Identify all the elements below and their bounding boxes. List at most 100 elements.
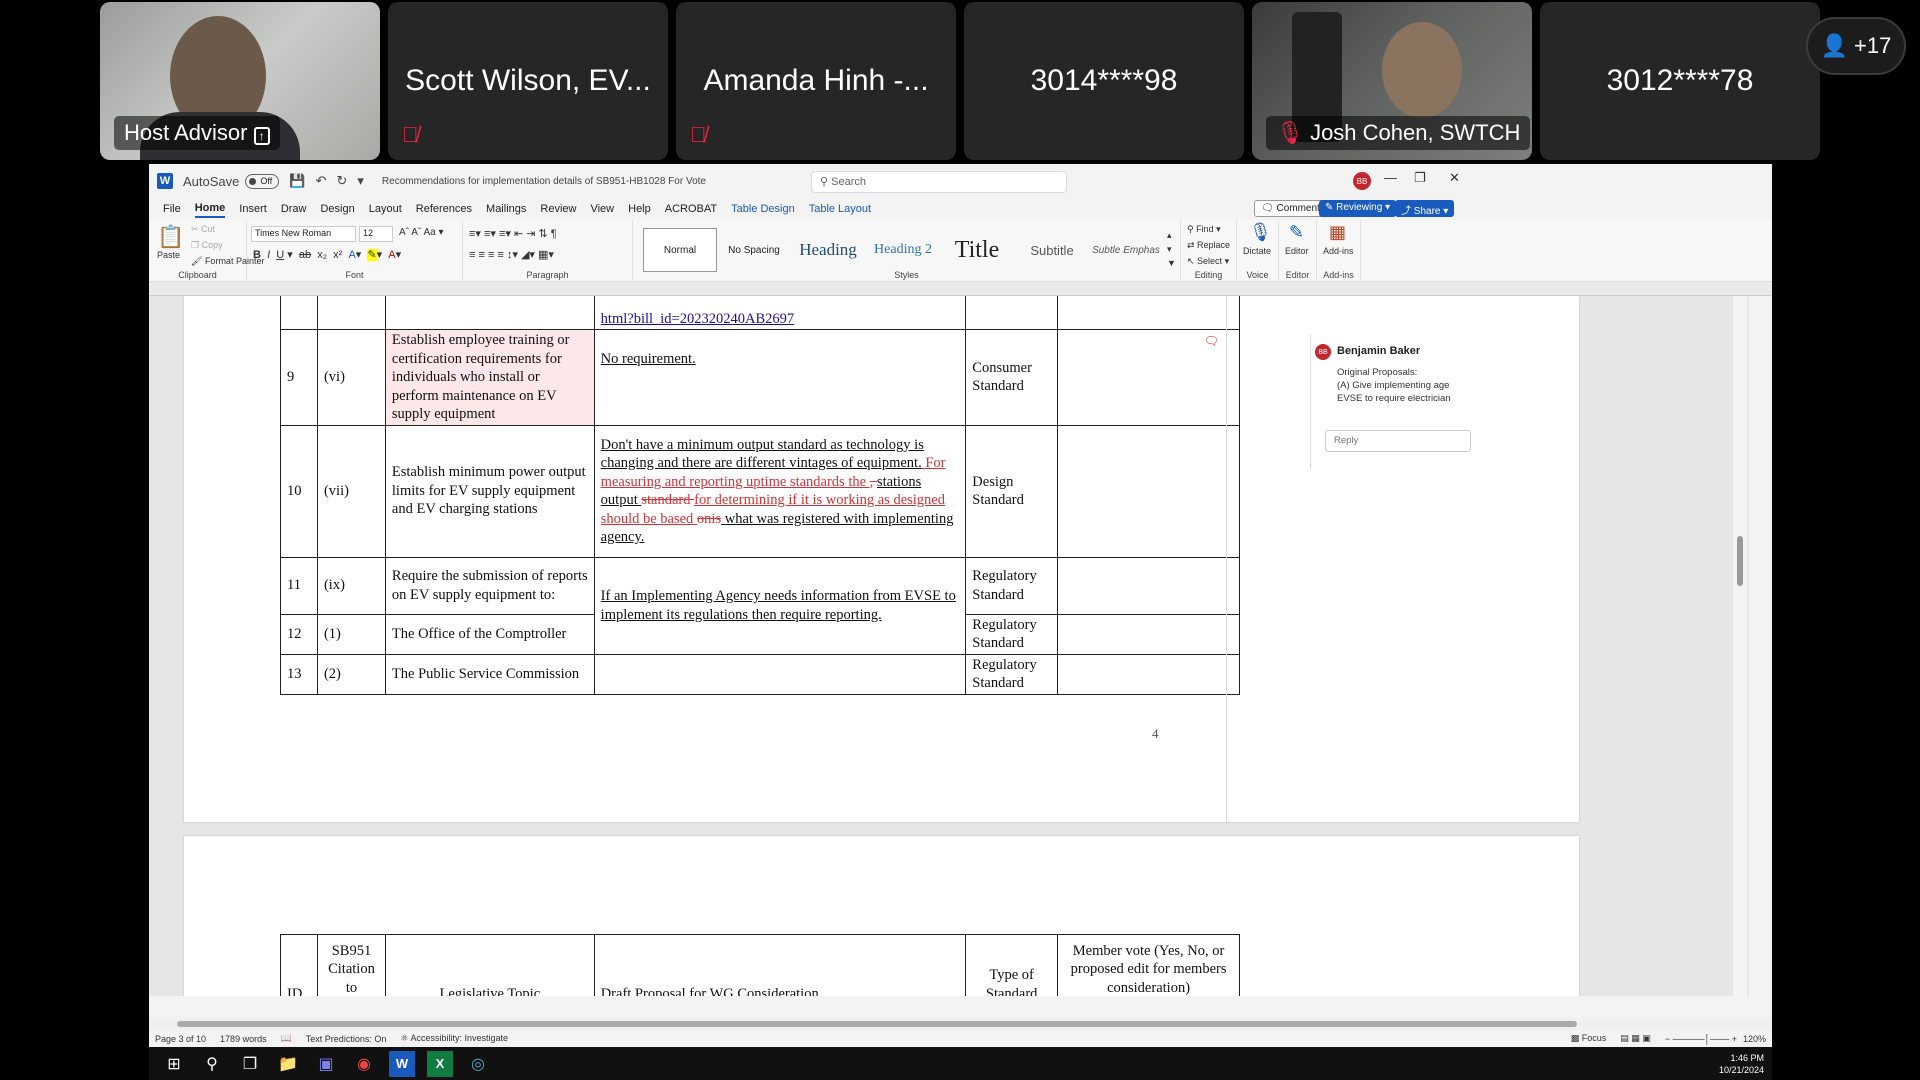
accessibility-status[interactable]: ⚛ Accessibility: Investigate <box>400 1033 508 1044</box>
scrollbar-thumb[interactable] <box>177 1021 1577 1027</box>
undo-icon[interactable]: ↶ <box>316 173 327 189</box>
tab-view[interactable]: View <box>590 201 614 217</box>
paste-button[interactable]: Paste <box>157 250 180 260</box>
addins-icon[interactable]: ▦ <box>1329 222 1346 243</box>
style-normal[interactable]: Normal <box>643 228 717 272</box>
microphone-icon[interactable]: 🎙 <box>1249 222 1272 243</box>
cell-topic[interactable]: The Office of the Comptroller <box>384 613 595 655</box>
excel-taskbar-icon[interactable]: X <box>427 1050 453 1077</box>
cell-proposal[interactable]: No requirement. <box>601 351 696 367</box>
font-size-select[interactable]: 12 <box>359 226 393 242</box>
autosave-toggle[interactable]: Off <box>245 173 280 189</box>
replace-button[interactable]: ⇄ Replace <box>1187 240 1230 251</box>
file-explorer-icon[interactable]: 📁 <box>275 1051 301 1077</box>
chrome-icon[interactable]: ◉ <box>351 1051 377 1077</box>
tab-acrobat[interactable]: ACROBAT <box>665 201 717 217</box>
participant-tile[interactable]: 🎙 Josh Cohen, SWTCH <box>1252 2 1532 160</box>
paste-icon[interactable]: 📋 <box>157 224 184 250</box>
save-icon[interactable]: 💾 <box>289 173 305 189</box>
participant-tile[interactable]: 3012****78 <box>1540 2 1820 160</box>
cell-topic[interactable]: Require the submission of reports on EV … <box>384 556 595 615</box>
horizontal-ruler[interactable] <box>149 282 1772 296</box>
cut-button[interactable]: ✂ Cut <box>191 224 215 235</box>
focus-button[interactable]: ▩ Focus <box>1571 1033 1607 1044</box>
restore-icon[interactable]: ❐ <box>1414 170 1426 186</box>
bill-link[interactable]: html?bill_id=202320240AB2697 <box>601 311 794 327</box>
style-subtitle[interactable]: Subtitle <box>1015 228 1089 272</box>
minimize-icon[interactable]: — <box>1384 170 1397 185</box>
teams-icon[interactable]: ▣ <box>313 1051 339 1077</box>
reply-input[interactable]: Reply <box>1325 430 1471 452</box>
horizontal-scrollbar[interactable] <box>149 1018 1772 1030</box>
tab-mailings[interactable]: Mailings <box>486 201 526 217</box>
customize-qat-icon[interactable]: ▾ <box>357 173 364 189</box>
redo-icon[interactable]: ↻ <box>336 173 347 189</box>
word-count[interactable]: 1789 words <box>220 1034 267 1044</box>
document-title[interactable]: Recommendations for implementation detai… <box>382 176 706 187</box>
close-icon[interactable]: ✕ <box>1449 170 1460 186</box>
webex-icon[interactable]: ◎ <box>465 1051 491 1077</box>
recommendations-table: html?bill_id=202320240AB2697 9 (vi) Esta… <box>280 296 1240 695</box>
proofing-icon[interactable]: 📖 <box>281 1033 292 1044</box>
tab-draw[interactable]: Draw <box>281 201 307 217</box>
font-format-buttons[interactable]: B I U ▾ ab x₂ x² A▾ ✎▾ A▾ <box>253 248 401 261</box>
text-predictions[interactable]: Text Predictions: On <box>306 1034 387 1044</box>
voice-group: 🎙 Dictate Voice <box>1237 220 1279 282</box>
cell-topic[interactable]: Establish employee training or certifica… <box>384 329 595 426</box>
tab-references[interactable]: References <box>416 201 472 217</box>
system-clock[interactable]: 1:46 PM 10/21/2024 <box>1719 1052 1764 1076</box>
styles-scroll-icon[interactable]: ▴ ▾ ▼ <box>1167 228 1176 270</box>
participant-tile[interactable]: Host Advisor ↑ <box>100 2 380 160</box>
editor-button[interactable]: Editor <box>1285 246 1309 256</box>
font-size-buttons[interactable]: Aˆ Aˇ Aa ▾ <box>399 227 443 238</box>
tab-help[interactable]: Help <box>628 201 651 217</box>
comment-card[interactable]: BB Benjamin Baker Original Proposals: (A… <box>1310 334 1471 469</box>
zoom-slider[interactable]: − ─────│─── + <box>1665 1034 1737 1044</box>
page-count[interactable]: Page 3 of 10 <box>155 1034 206 1044</box>
share-button[interactable]: ⤴ Share ▾ <box>1395 200 1455 217</box>
vertical-scrollbar[interactable] <box>1733 296 1747 996</box>
tab-review[interactable]: Review <box>540 201 576 217</box>
list-buttons[interactable]: ≡▾ ≡▾ ≡▾ ⇤ ⇥ ⇅ ¶ <box>469 227 557 240</box>
style-title[interactable]: Title <box>941 228 1013 272</box>
view-buttons[interactable]: ▤ ▦ ▣ <box>1620 1033 1651 1044</box>
more-participants-button[interactable]: 👤 +17 <box>1806 17 1906 75</box>
user-avatar[interactable]: BB <box>1353 172 1371 190</box>
cell-proposal-tracked[interactable]: Don't have a minimum output standard as … <box>593 424 967 558</box>
addins-button[interactable]: Add-ins <box>1323 246 1354 256</box>
document-area[interactable]: html?bill_id=202320240AB2697 9 (vi) Esta… <box>149 296 1749 996</box>
font-name-select[interactable]: Times New Roman <box>251 226 356 242</box>
tab-design[interactable]: Design <box>320 201 354 217</box>
windows-start-icon[interactable]: ⊞ <box>161 1051 187 1077</box>
tab-table-design[interactable]: Table Design <box>731 201 795 217</box>
tab-table-layout[interactable]: Table Layout <box>809 201 871 217</box>
word-taskbar-icon[interactable]: W <box>389 1050 415 1077</box>
reviewing-button[interactable]: ✎ Reviewing ▾ <box>1319 200 1397 217</box>
cell-proposal[interactable]: If an Implementing Agency needs informat… <box>593 556 967 655</box>
search-box[interactable]: ⚲ Search <box>811 171 1067 193</box>
cell-topic[interactable]: Establish minimum power output limits fo… <box>384 424 595 558</box>
comment-marker-icon[interactable]: 🗨 <box>1204 332 1219 351</box>
participant-tile[interactable]: Scott Wilson, EV... 🎙̸ <box>388 2 668 160</box>
zoom-level[interactable]: 120% <box>1743 1034 1766 1044</box>
style-heading[interactable]: Heading <box>791 228 865 272</box>
alignment-buttons[interactable]: ≡ ≡ ≡ ≡ ↕▾ ◢▾ ▦▾ <box>469 248 554 261</box>
copy-button[interactable]: ❐ Copy <box>191 240 223 251</box>
participant-tile[interactable]: 3014****98 <box>964 2 1244 160</box>
task-view-icon[interactable]: ❐ <box>237 1051 263 1077</box>
participant-tile[interactable]: Amanda Hinh -... 🎙̸ <box>676 2 956 160</box>
find-button[interactable]: ⚲ Find ▾ <box>1187 224 1221 235</box>
editor-icon[interactable]: ✎ <box>1289 222 1304 243</box>
select-button[interactable]: ↖ Select ▾ <box>1187 256 1229 267</box>
dictate-button[interactable]: Dictate <box>1243 246 1271 256</box>
tab-home[interactable]: Home <box>194 200 226 218</box>
scrollbar-thumb[interactable] <box>1737 536 1743 586</box>
style-heading-2[interactable]: Heading 2 <box>867 228 939 272</box>
style-no-spacing[interactable]: No Spacing <box>719 228 789 272</box>
tab-insert[interactable]: Insert <box>239 201 267 217</box>
cell-topic[interactable]: The Public Service Commission <box>384 653 595 695</box>
style-subtle-emphasis[interactable]: Subtle Emphas <box>1089 228 1163 272</box>
tab-layout[interactable]: Layout <box>369 201 402 217</box>
search-icon[interactable]: ⚲ <box>199 1051 225 1077</box>
tab-file[interactable]: File <box>163 201 181 217</box>
